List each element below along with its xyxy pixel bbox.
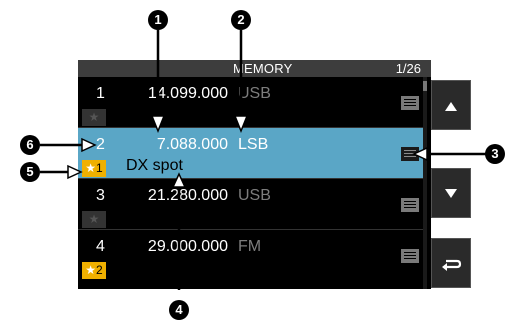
callout-2: 2 xyxy=(231,10,251,30)
callout-1: 1 xyxy=(148,10,168,30)
callout-arrows xyxy=(40,30,490,290)
callout-6: 6 xyxy=(20,135,40,155)
callout-3: 3 xyxy=(485,144,505,164)
callout-4: 4 xyxy=(169,300,189,320)
callout-5: 5 xyxy=(20,162,40,182)
